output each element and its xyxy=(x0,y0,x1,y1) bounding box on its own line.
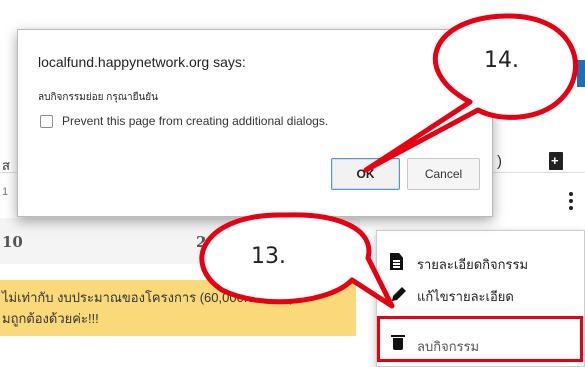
blue-header-edge xyxy=(577,60,585,87)
row-fragment: 1 xyxy=(2,186,9,198)
prevent-dialogs-label[interactable]: Prevent this page from creating addition… xyxy=(62,114,328,128)
menu-item-edit-details[interactable]: แก้ไขรายละเอียด xyxy=(377,277,585,311)
delete-highlight-box xyxy=(377,316,583,362)
more-options-icon[interactable] xyxy=(566,190,576,214)
table-header-paren: ) xyxy=(497,153,502,170)
menu-item-activity-details[interactable]: รายละเอียดกิจกรรม xyxy=(377,245,585,279)
menu-item-label: แก้ไขรายละเอียด xyxy=(417,289,514,304)
warning-text-line1: ไม่เท่ากับ งบประมาณของโครงการ (60,000.00… xyxy=(2,290,294,305)
add-document-icon[interactable] xyxy=(549,152,563,170)
warning-text-line2: มถูกต้องด้วยค่ะ!!! xyxy=(2,311,99,326)
callout-14-number: 14. xyxy=(484,48,519,73)
callout-13-number: 13. xyxy=(251,244,286,269)
cancel-button[interactable]: Cancel xyxy=(407,158,480,190)
document-icon xyxy=(390,253,403,270)
menu-item-label: รายละเอียดกิจกรรม xyxy=(417,257,529,272)
totals-amount: 2,0 xyxy=(196,233,223,251)
prevent-dialogs-checkbox[interactable] xyxy=(40,115,53,128)
totals-row xyxy=(0,218,360,264)
dialog-message: ลบกิจกรรมย่อย กรุณายืนยัน xyxy=(38,92,158,103)
pencil-icon xyxy=(392,287,406,301)
totals-count: 10 xyxy=(2,233,23,251)
confirm-dialog: localfund.happynetwork.org says: ลบกิจกร… xyxy=(17,29,493,217)
ok-button[interactable]: OK xyxy=(331,158,400,190)
budget-warning: ไม่เท่ากับ งบประมาณของโครงการ (60,000.00… xyxy=(0,280,356,336)
dialog-title: localfund.happynetwork.org says: xyxy=(38,54,246,70)
